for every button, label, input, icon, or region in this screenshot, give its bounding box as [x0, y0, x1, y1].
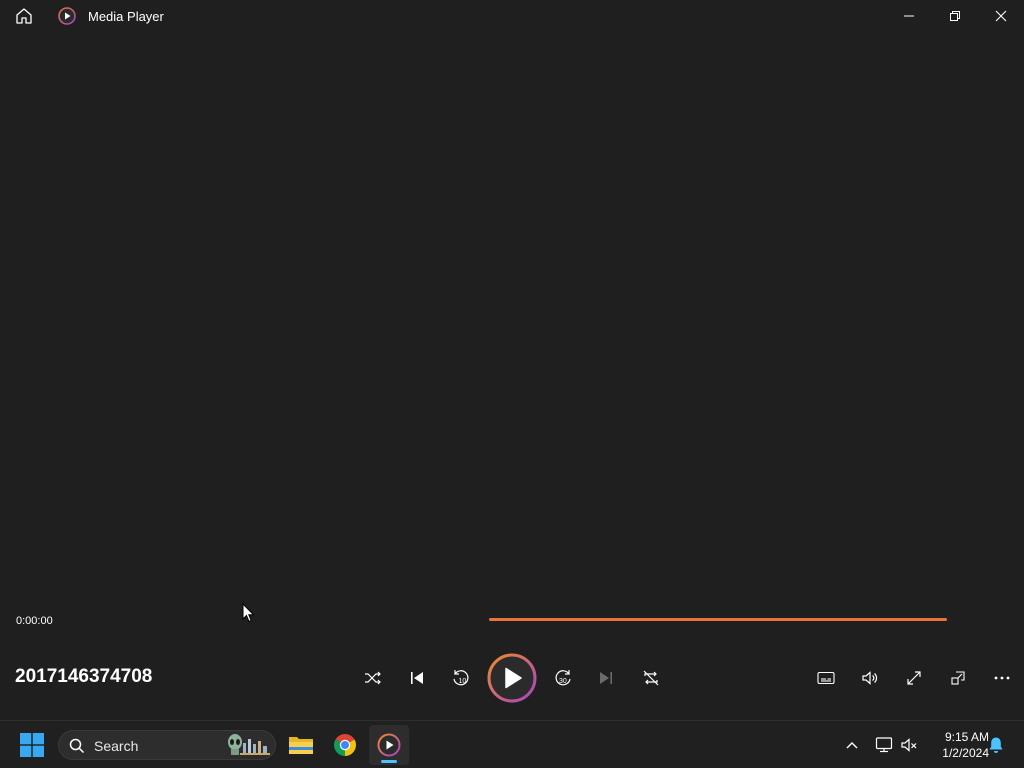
start-button[interactable]: [12, 725, 52, 765]
restore-button[interactable]: [932, 0, 978, 32]
search-icon: [69, 738, 85, 754]
window-title: Media Player: [88, 9, 164, 24]
volume-muted-icon: [901, 738, 917, 752]
media-player-taskbar-button[interactable]: [369, 725, 409, 765]
previous-button[interactable]: [401, 662, 433, 694]
windows-logo-icon: [20, 733, 44, 757]
more-options-button[interactable]: [986, 662, 1018, 694]
file-explorer-button[interactable]: [281, 725, 321, 765]
title-bar: Media Player: [0, 0, 1024, 32]
svg-text:10: 10: [459, 678, 467, 685]
miniplayer-icon: [951, 671, 965, 685]
seek-bar[interactable]: [489, 618, 947, 621]
current-time: 0:00:00: [16, 615, 53, 627]
fullscreen-icon: [907, 671, 921, 685]
captions-button[interactable]: [810, 662, 842, 694]
close-button[interactable]: [978, 0, 1024, 32]
more-options-icon: [994, 676, 1010, 680]
minimize-button[interactable]: [886, 0, 932, 32]
volume-icon: [862, 671, 878, 685]
forward-30-button[interactable]: 30: [547, 662, 579, 694]
rewind-10-icon: 10: [453, 670, 469, 686]
bell-icon: [989, 737, 1003, 753]
taskbar-search[interactable]: Search: [58, 730, 276, 760]
search-placeholder: Search: [94, 738, 139, 754]
close-icon: [995, 10, 1007, 22]
svg-text:30: 30: [559, 678, 567, 685]
repeat-button[interactable]: [635, 662, 667, 694]
volume-muted-button[interactable]: [889, 725, 929, 765]
notifications-button[interactable]: [976, 725, 1016, 765]
play-button[interactable]: [487, 653, 537, 703]
volume-button[interactable]: [854, 662, 886, 694]
mouse-cursor: [242, 603, 255, 623]
folder-icon: [289, 737, 313, 754]
taskbar: Search 9:15 AM 1/2/2024: [0, 720, 1024, 768]
media-player-icon: [58, 7, 76, 25]
chevron-up-icon: [846, 742, 858, 749]
video-area[interactable]: [0, 32, 1024, 602]
forward-30-icon: 30: [555, 670, 571, 686]
active-app-indicator: [381, 760, 397, 763]
previous-icon: [411, 672, 423, 684]
media-player-icon: [377, 733, 401, 757]
next-button[interactable]: [590, 662, 622, 694]
shuffle-button[interactable]: [357, 662, 389, 694]
minimize-icon: [904, 15, 914, 17]
captions-icon: [817, 671, 835, 685]
shuffle-icon: [365, 671, 381, 685]
media-title: 2017146374708: [15, 666, 153, 687]
home-button[interactable]: [12, 5, 36, 27]
miniplayer-button[interactable]: [942, 662, 974, 694]
restore-icon: [950, 11, 960, 21]
chrome-button[interactable]: [325, 725, 365, 765]
fullscreen-button[interactable]: [898, 662, 930, 694]
repeat-off-icon: [643, 670, 659, 686]
chrome-icon: [334, 734, 356, 756]
home-icon: [16, 8, 32, 24]
rewind-10-button[interactable]: 10: [445, 662, 477, 694]
next-icon: [600, 672, 612, 684]
search-highlight-icon: [228, 734, 270, 755]
